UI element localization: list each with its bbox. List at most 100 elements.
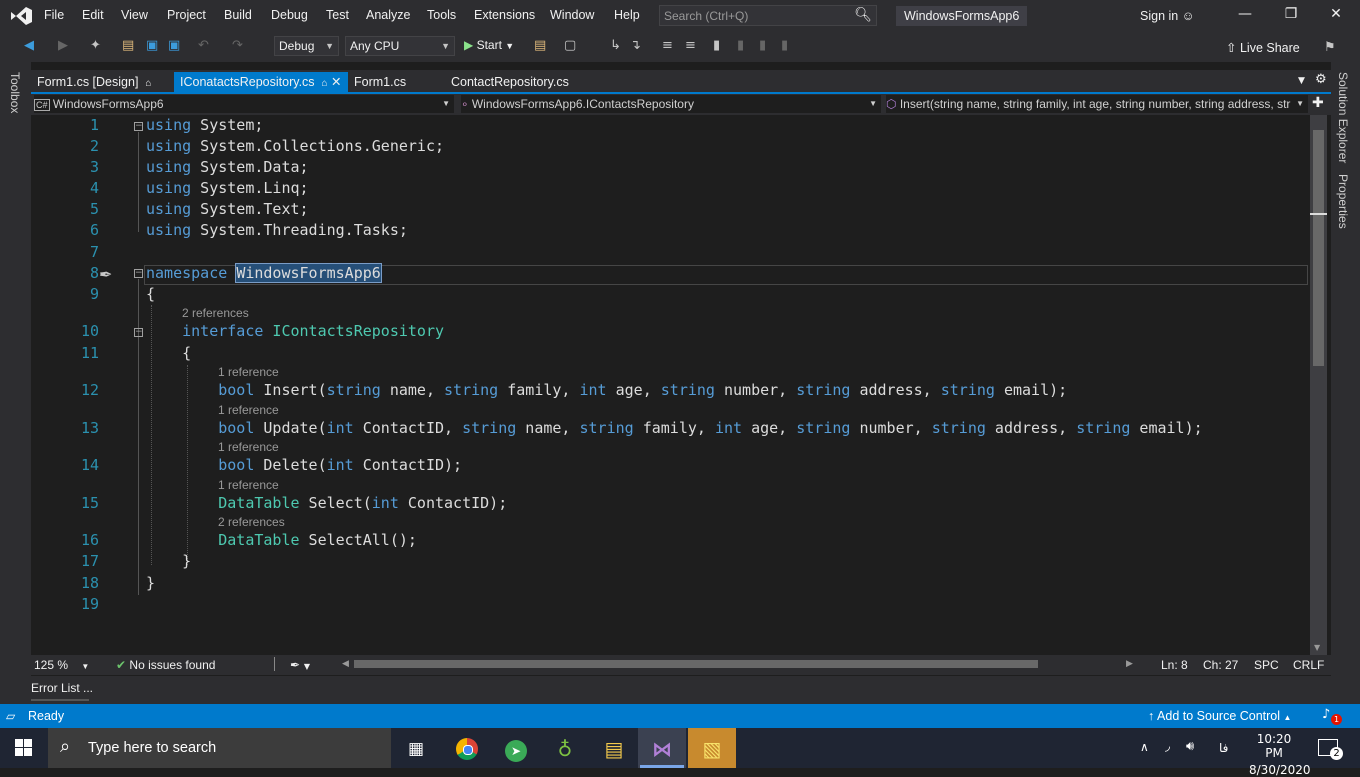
- bookmark-icon[interactable]: ▮: [713, 38, 720, 53]
- codelens-references[interactable]: 1 reference: [218, 440, 279, 454]
- feedback-icon[interactable]: ⚑: [1324, 40, 1336, 55]
- restore-button[interactable]: ❐: [1281, 6, 1301, 22]
- configuration-select[interactable]: Debug ▼: [274, 36, 339, 56]
- collapse-icon[interactable]: −: [134, 122, 143, 131]
- error-list-tab[interactable]: Error List ...: [31, 681, 93, 695]
- settings-gear-icon[interactable]: ⚙: [1315, 72, 1327, 87]
- browse-folder-icon[interactable]: ▤: [534, 38, 546, 53]
- live-share-button[interactable]: ⇧ Live Share: [1226, 40, 1300, 55]
- next-bookmark-icon[interactable]: ▮: [759, 38, 766, 53]
- issues-indicator[interactable]: ✔ No issues found: [116, 658, 215, 672]
- line-number: 17: [80, 552, 99, 570]
- sign-in-link[interactable]: Sign in ☺: [1140, 9, 1194, 23]
- menu-item-analyze[interactable]: Analyze: [366, 8, 410, 22]
- horizontal-scrollbar-thumb[interactable]: [354, 660, 1038, 668]
- file-explorer-icon[interactable]: ▤: [590, 734, 638, 764]
- close-window-button[interactable]: ✕: [1326, 6, 1346, 22]
- menu-item-help[interactable]: Help: [614, 8, 640, 22]
- keyboard-language[interactable]: فا: [1219, 741, 1228, 755]
- codelens-references[interactable]: 2 references: [182, 306, 249, 320]
- menu-item-build[interactable]: Build: [224, 8, 252, 22]
- comment-lines-icon[interactable]: ≡: [662, 38, 673, 53]
- quick-launch-search[interactable]: Search (Ctrl+Q) 🔍︎: [659, 5, 877, 26]
- output-window-icon[interactable]: ▱: [6, 709, 15, 723]
- step-over-icon[interactable]: ↳: [610, 38, 621, 53]
- tab-form1-cs[interactable]: Form1.cs: [348, 72, 412, 92]
- new-project-icon[interactable]: ✦: [90, 38, 101, 53]
- prev-bookmark-icon[interactable]: ▮: [737, 38, 744, 53]
- cleanup-brush-icon[interactable]: ✒ ▼: [290, 658, 310, 672]
- zoom-select[interactable]: 125 % ▼: [34, 658, 89, 672]
- menu-item-edit[interactable]: Edit: [82, 8, 104, 22]
- scroll-down-icon[interactable]: ▼: [1314, 643, 1320, 652]
- menu-item-tools[interactable]: Tools: [427, 8, 456, 22]
- menu-item-test[interactable]: Test: [326, 8, 349, 22]
- quick-actions-brush-icon[interactable]: ✒: [99, 265, 112, 284]
- tab-iconatactsrepository[interactable]: IConatactsRepository.cs ⌂ ✕: [174, 72, 348, 92]
- type-dropdown[interactable]: ∘ WindowsFormsApp6.IContactsRepository ▼: [461, 95, 881, 113]
- step-into-icon[interactable]: ↴: [630, 38, 641, 53]
- add-to-source-control-button[interactable]: ↑ Add to Source Control ▲: [1148, 709, 1291, 723]
- tab-overflow-chevron-icon[interactable]: ▼: [1298, 76, 1305, 86]
- member-dropdown[interactable]: ⬡ Insert(string name, string family, int…: [886, 95, 1308, 113]
- collapse-icon[interactable]: −: [134, 269, 143, 278]
- menu-item-extensions[interactable]: Extensions: [474, 8, 535, 22]
- solution-explorer-tab[interactable]: Solution Explorer: [1336, 72, 1350, 163]
- tab-contactrepository[interactable]: ContactRepository.cs: [445, 72, 575, 92]
- code-editor[interactable]: 1 2 3 4 5 6 7 8 9 10 11 12 13 14 15 16 1…: [31, 115, 1310, 655]
- platform-select[interactable]: Any CPU ▼: [345, 36, 455, 56]
- menu-item-file[interactable]: File: [44, 8, 64, 22]
- save-icon[interactable]: ▣: [146, 38, 158, 53]
- windows-start-icon[interactable]: [15, 739, 33, 757]
- whitespace-indicator[interactable]: SPC: [1254, 658, 1279, 672]
- navigate-forward-icon[interactable]: ▶: [58, 38, 68, 53]
- chrome-icon[interactable]: [443, 734, 491, 764]
- codelens-references[interactable]: 2 references: [218, 515, 285, 529]
- code-line: DataTable Select(int ContactID);: [218, 494, 508, 512]
- toolbox-tab[interactable]: Toolbox: [8, 72, 22, 113]
- column-indicator[interactable]: Ch: 27: [1203, 658, 1238, 672]
- codelens-references[interactable]: 1 reference: [218, 403, 279, 417]
- properties-tab[interactable]: Properties: [1336, 174, 1350, 229]
- vertical-scrollbar-thumb[interactable]: [1313, 130, 1324, 366]
- navigate-back-icon[interactable]: ◀: [24, 38, 34, 53]
- line-number: 2: [89, 137, 99, 155]
- notifications-bell-icon[interactable]: ♪: [1322, 707, 1330, 722]
- pin-icon[interactable]: ⌂: [145, 78, 151, 89]
- clear-bookmarks-icon[interactable]: ▮: [781, 38, 788, 53]
- task-view-icon[interactable]: ▦: [392, 734, 440, 764]
- telegram-icon[interactable]: ➤: [492, 734, 540, 764]
- minimize-button[interactable]: —: [1235, 6, 1255, 22]
- code-line: {: [146, 344, 191, 362]
- menu-item-debug[interactable]: Debug: [271, 8, 308, 22]
- scroll-left-icon[interactable]: ◀: [342, 659, 349, 669]
- visual-studio-logo-icon[interactable]: [8, 5, 34, 27]
- open-file-icon[interactable]: ▤: [122, 38, 134, 53]
- project-dropdown[interactable]: C# WindowsFormsApp6 ▼: [34, 95, 454, 113]
- line-ending-indicator[interactable]: CRLF: [1293, 658, 1324, 672]
- start-debugging-button[interactable]: ▶ Start ▼: [464, 38, 514, 52]
- solution-explorer-toolbar-icon[interactable]: ▢: [564, 38, 576, 53]
- redo-icon[interactable]: ↷: [232, 38, 243, 53]
- tab-form1-design[interactable]: Form1.cs [Design] ⌂: [31, 72, 157, 92]
- codelens-references[interactable]: 1 reference: [218, 365, 279, 379]
- scroll-right-icon[interactable]: ▶: [1126, 659, 1133, 669]
- split-editor-icon[interactable]: ✚: [1312, 95, 1324, 111]
- menu-item-project[interactable]: Project: [167, 8, 206, 22]
- volume-icon[interactable]: 🔊︎: [1186, 739, 1194, 754]
- close-icon[interactable]: ✕: [331, 75, 341, 89]
- menu-item-window[interactable]: Window: [550, 8, 594, 22]
- undo-icon[interactable]: ↶: [198, 38, 209, 53]
- save-all-icon[interactable]: ▣: [168, 38, 180, 53]
- taskbar-clock[interactable]: 10:20 PM 8/30/2020: [1249, 732, 1311, 777]
- collapse-icon[interactable]: −: [134, 328, 143, 337]
- codelens-references[interactable]: 1 reference: [218, 478, 279, 492]
- internet-download-icon[interactable]: ♁: [541, 734, 589, 764]
- pin-icon[interactable]: ⌂: [322, 78, 328, 89]
- line-indicator[interactable]: Ln: 8: [1161, 658, 1188, 672]
- account-icon: ☺: [1181, 9, 1195, 23]
- wifi-icon[interactable]: ◞: [1165, 739, 1170, 754]
- tray-expand-chevron-icon[interactable]: ∧: [1140, 740, 1149, 754]
- menu-item-view[interactable]: View: [121, 8, 148, 22]
- uncomment-lines-icon[interactable]: ≡: [685, 38, 696, 53]
